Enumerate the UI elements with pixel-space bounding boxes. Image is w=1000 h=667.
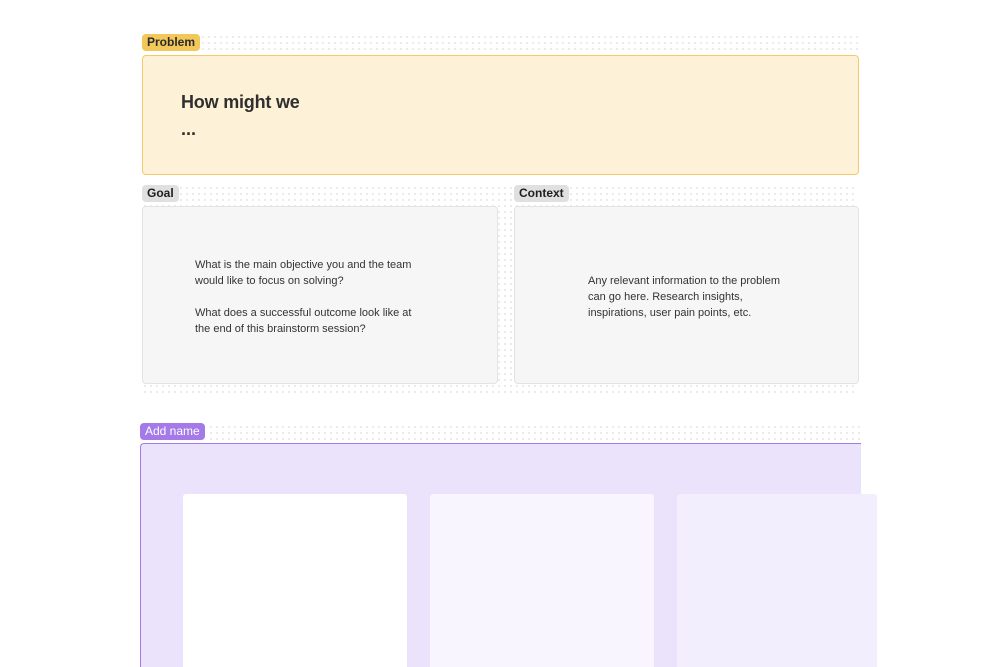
brainstorm-frame-name-label[interactable]: Add name — [140, 423, 205, 440]
context-description[interactable]: Any relevant information to the problem … — [588, 273, 798, 321]
context-card[interactable]: Any relevant information to the problem … — [514, 206, 859, 384]
problem-ellipsis[interactable]: ... — [181, 120, 196, 138]
goal-description[interactable]: What is the main objective you and the t… — [195, 257, 415, 337]
problem-section-label[interactable]: Problem — [142, 34, 201, 51]
goal-paragraph: What is the main objective you and the t… — [195, 259, 412, 287]
context-paragraph: Any relevant information to the problem … — [588, 275, 780, 319]
goal-card[interactable]: What is the main objective you and the t… — [142, 206, 498, 384]
context-section-label[interactable]: Context — [514, 185, 569, 202]
problem-title[interactable]: How might we — [181, 92, 300, 113]
brainstorm-section-grid — [208, 424, 860, 442]
brainstorm-column[interactable] — [183, 494, 407, 667]
problem-section-grid — [200, 34, 858, 54]
goal-paragraph: What does a successful outcome look like… — [195, 307, 412, 335]
goal-section-label[interactable]: Goal — [142, 185, 179, 202]
problem-card[interactable]: How might we ... — [142, 55, 859, 175]
whiteboard-canvas[interactable]: Problem How might we ... Goal What is th… — [0, 0, 1000, 667]
brainstorm-column[interactable] — [430, 494, 654, 667]
brainstorm-frame[interactable] — [140, 443, 877, 667]
brainstorm-column[interactable] — [677, 494, 877, 667]
